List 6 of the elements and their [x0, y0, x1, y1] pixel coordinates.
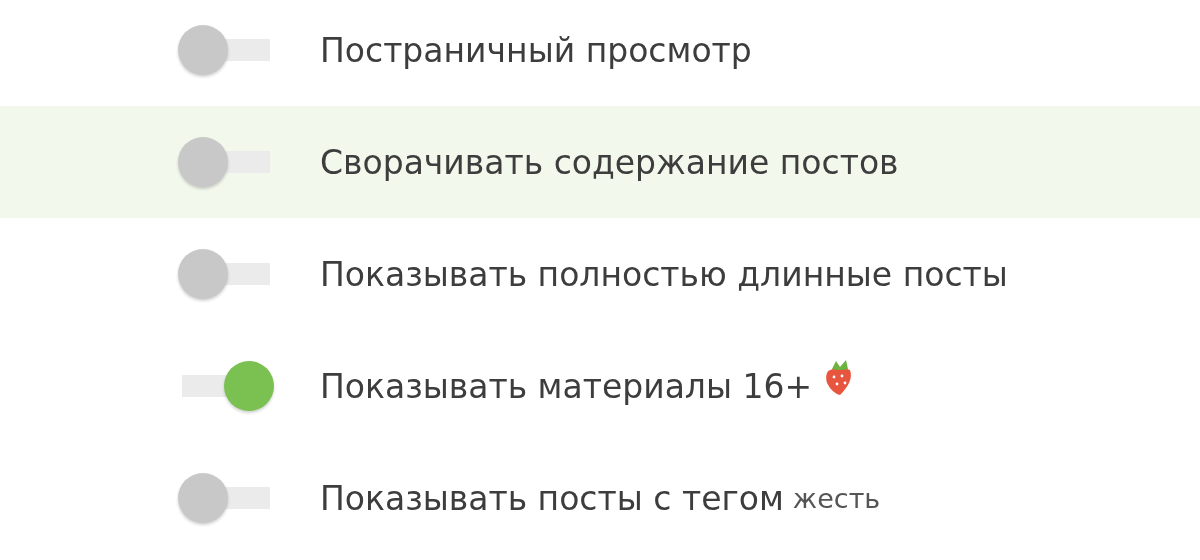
setting-label: Сворачивать содержание постов: [320, 142, 899, 182]
setting-label: Показывать посты с тегом: [320, 478, 784, 518]
setting-label: Постраничный просмотр: [320, 30, 752, 70]
tag-label[interactable]: жесть: [792, 482, 881, 514]
setting-label: Показывать полностью длинные посты: [320, 254, 1008, 294]
setting-label: Показывать материалы 16+: [320, 366, 813, 406]
